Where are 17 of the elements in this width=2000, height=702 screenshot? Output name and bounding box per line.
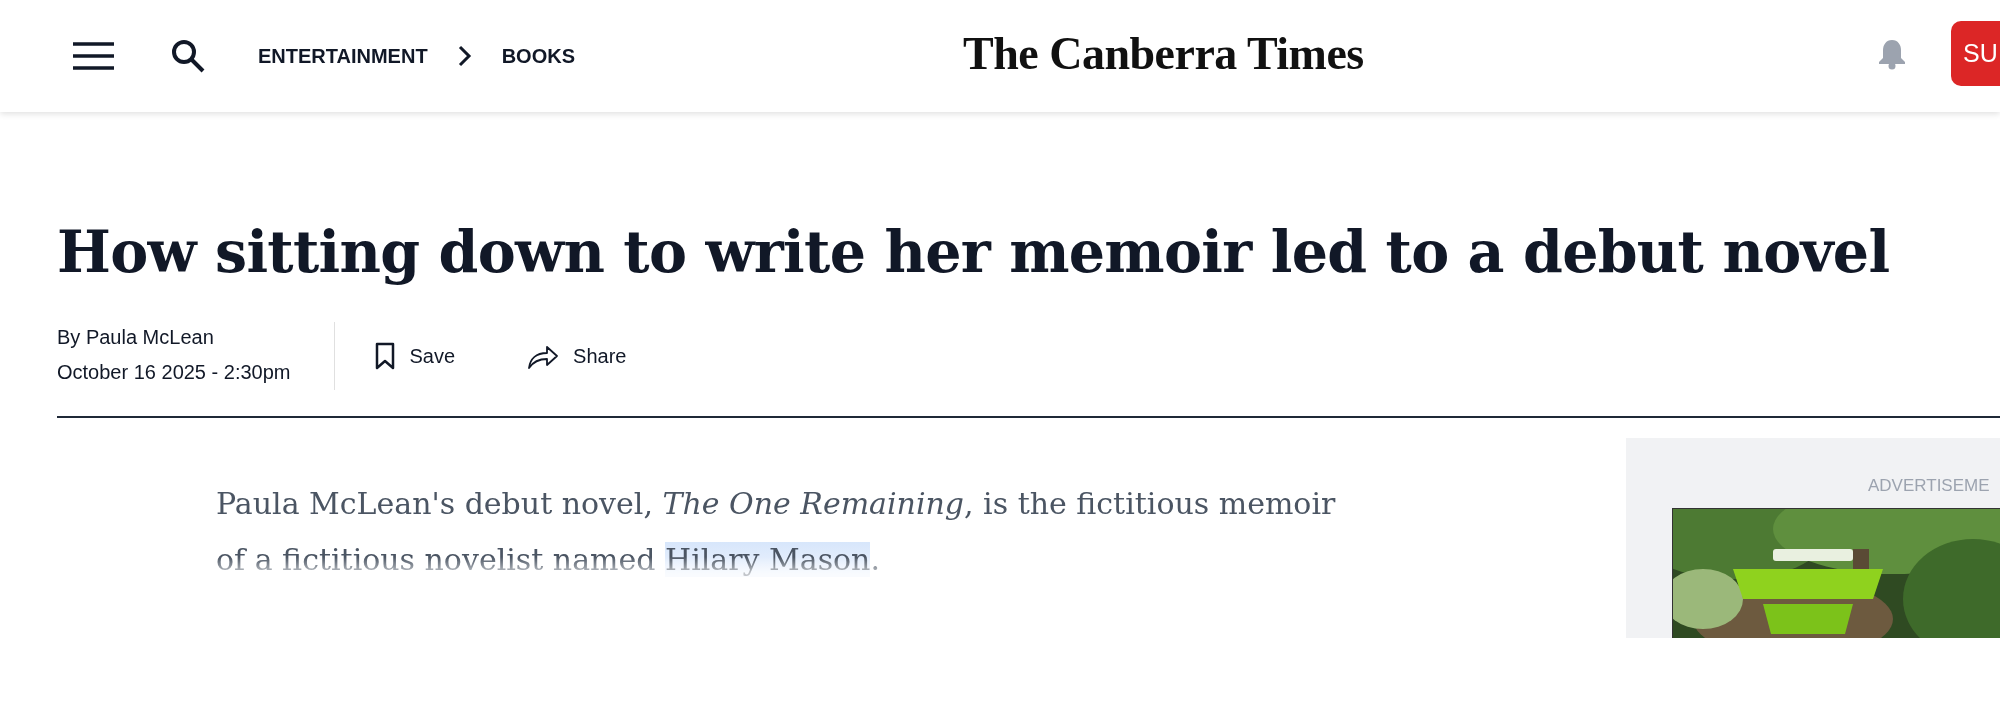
menu-button[interactable] [72, 42, 115, 70]
advertisement-label: ADVERTISEME [1868, 476, 1990, 496]
byline: By Paula McLean [57, 326, 215, 349]
breadcrumb-link[interactable]: BOOKS [501, 44, 575, 68]
intro-paragraph: Paula McLean's debut novel, The One Remaining, is the fictitious memoir of a fictitious novelist named Hilary Mason. [216, 485, 1337, 579]
chevron-right-icon [457, 45, 472, 67]
breadcrumb-link[interactable]: ENTERTAINMENT [258, 44, 428, 68]
publish-date: October 16 2025 - 2:30pm [57, 361, 291, 384]
search-icon [170, 38, 206, 74]
menu-icon [72, 42, 115, 70]
search-button[interactable] [170, 38, 206, 74]
bookmark-icon [375, 342, 396, 370]
subscribe-button[interactable]: SU [1951, 21, 2000, 86]
headline: How sitting down to write her memoir led to a debut novel [56, 217, 1891, 287]
share-button[interactable]: Share [527, 342, 627, 370]
site-logo[interactable]: The Canberra Times [963, 28, 1364, 80]
save-button[interactable]: Save [375, 342, 456, 370]
